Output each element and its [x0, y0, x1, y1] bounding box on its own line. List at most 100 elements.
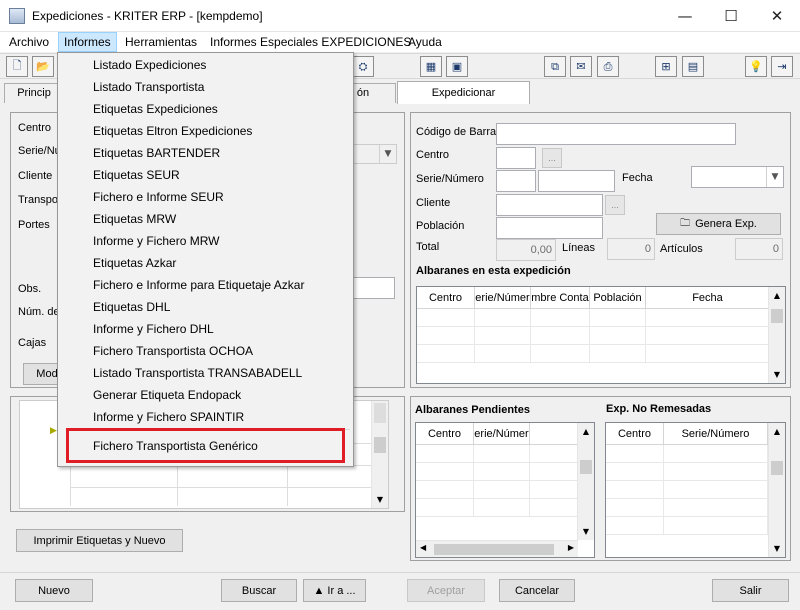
codigo-barras-input[interactable]	[496, 123, 736, 145]
org-chart-icon[interactable]: ⧉	[544, 56, 566, 77]
menu-item-etiquetas-expediciones[interactable]: Etiquetas Expediciones	[60, 98, 352, 120]
nuevo-button[interactable]: Nuevo	[15, 579, 93, 602]
menu-item-informe-mrw[interactable]: Informe y Fichero MRW	[60, 230, 352, 252]
cliente-label-right: Cliente	[416, 197, 451, 209]
table-row[interactable]	[416, 463, 594, 481]
scroll-up-icon[interactable]: ▲	[578, 423, 594, 440]
table-row[interactable]	[606, 517, 785, 535]
centro-ellipsis-button[interactable]: ...	[542, 148, 562, 168]
menu-item-etiqueta-endopack[interactable]: Generar Etiqueta Endopack	[60, 384, 352, 406]
menu-item-etiquetas-seur[interactable]: Etiquetas SEUR	[60, 164, 352, 186]
menu-archivo[interactable]: Archivo	[4, 32, 54, 52]
scroll-down-icon[interactable]: ▼	[578, 523, 594, 540]
serie-input[interactable]	[496, 170, 536, 192]
menu-item-listado-transportista[interactable]: Listado Transportista	[60, 76, 352, 98]
numero-input[interactable]	[538, 170, 615, 192]
expedicion-grid-scrollbar[interactable]: ▲ ▼	[768, 287, 785, 383]
albaranes-expedicion-grid[interactable]: Centro erie/Númer mbre Conta Población F…	[416, 286, 786, 384]
tab-expedicionar[interactable]: Expedicionar	[397, 81, 530, 104]
pendientes-hscrollbar[interactable]: ◀ ▶	[416, 540, 578, 557]
col-nombre-contacto[interactable]: mbre Conta	[531, 287, 590, 308]
table-row[interactable]	[416, 499, 594, 517]
menu-item-listado-transabadell[interactable]: Listado Transportista TRANSABADELL	[60, 362, 352, 384]
scroll-left-icon[interactable]: ◀	[420, 543, 426, 552]
scroll-down-icon[interactable]: ▼	[769, 366, 785, 383]
grid-icon[interactable]: ⊞	[655, 56, 677, 77]
save-icon[interactable]: ▣	[446, 56, 468, 77]
table-row[interactable]	[606, 499, 785, 517]
total-value: 0,00	[496, 239, 556, 261]
calculator-2-icon[interactable]: ▤	[682, 56, 704, 77]
menu-informes-especiales[interactable]: Informes Especiales EXPEDICIONES	[205, 32, 416, 52]
buscar-button[interactable]: Buscar	[221, 579, 297, 602]
salir-button[interactable]: Salir	[712, 579, 789, 602]
scroll-down-icon[interactable]: ▼	[372, 491, 388, 508]
menu-item-listado-expediciones[interactable]: Listado Expediciones	[60, 54, 352, 76]
close-button[interactable]: ✕	[754, 0, 800, 32]
table-row[interactable]	[606, 481, 785, 499]
open-folder-icon[interactable]: 📂	[32, 56, 54, 77]
col-centro[interactable]: Centro	[606, 423, 664, 444]
obs-input[interactable]	[351, 277, 395, 299]
genera-exp-button[interactable]: 🗀 Genera Exp.	[656, 213, 781, 235]
menu-ayuda[interactable]: Ayuda	[403, 32, 447, 52]
table-row[interactable]	[416, 445, 594, 463]
table-row[interactable]	[417, 345, 785, 363]
col-centro[interactable]: Centro	[417, 287, 475, 308]
menu-item-informe-spaintir[interactable]: Informe y Fichero SPAINTIR	[60, 406, 352, 428]
codigo-barras-label: Código de Barras	[416, 126, 502, 138]
scroll-up-icon[interactable]: ▲	[769, 287, 785, 304]
menu-informes[interactable]: Informes	[58, 32, 117, 52]
table-row[interactable]	[417, 327, 785, 345]
left-grid-scrollbar[interactable]: ▼	[371, 401, 388, 508]
menu-item-etiquetas-dhl[interactable]: Etiquetas DHL	[60, 296, 352, 318]
mail-icon[interactable]: ✉	[570, 56, 592, 77]
table-row[interactable]	[606, 445, 785, 463]
col-serie-numero[interactable]: erie/Númer	[474, 423, 530, 444]
menu-item-fichero-ochoa[interactable]: Fichero Transportista OCHOA	[60, 340, 352, 362]
scroll-up-icon[interactable]: ▲	[769, 423, 785, 440]
maximize-button[interactable]: ☐	[708, 0, 754, 32]
col-poblacion[interactable]: Población	[590, 287, 646, 308]
toolbar-tool-icon[interactable]: ⛭	[352, 56, 374, 77]
fecha-picker[interactable]: ▼	[691, 166, 784, 188]
exp-no-remesadas-grid[interactable]: Centro Serie/Número ▲ ▼	[605, 422, 786, 558]
print-preview-icon[interactable]: ⎙	[597, 56, 619, 77]
menu-item-fichero-azkar[interactable]: Fichero e Informe para Etiquetaje Azkar	[60, 274, 352, 296]
tab-principal[interactable]: Princip	[4, 83, 64, 103]
remesadas-vscrollbar[interactable]: ▲ ▼	[768, 423, 785, 557]
cliente-input[interactable]	[496, 194, 603, 216]
table-row[interactable]	[416, 481, 594, 499]
minimize-button[interactable]: —	[662, 0, 708, 32]
portes-label: Portes	[18, 219, 50, 231]
lightbulb-icon[interactable]: 💡	[745, 56, 767, 77]
menu-item-etiquetas-bartender[interactable]: Etiquetas BARTENDER	[60, 142, 352, 164]
print-labels-new-button[interactable]: Imprimir Etiquetas y Nuevo	[16, 529, 183, 552]
centro-input[interactable]	[496, 147, 536, 169]
pendientes-vscrollbar[interactable]: ▲ ▼	[577, 423, 594, 540]
col-centro[interactable]: Centro	[416, 423, 474, 444]
menu-item-etiquetas-eltron[interactable]: Etiquetas Eltron Expediciones	[60, 120, 352, 142]
ir-a-button[interactable]: ▲ Ir a ...	[303, 579, 366, 602]
menu-item-etiquetas-mrw[interactable]: Etiquetas MRW	[60, 208, 352, 230]
cliente-ellipsis-button[interactable]: ...	[605, 195, 625, 215]
menu-item-etiquetas-azkar[interactable]: Etiquetas Azkar	[60, 252, 352, 274]
cancelar-button[interactable]: Cancelar	[499, 579, 575, 602]
calculator-icon[interactable]: ▦	[420, 56, 442, 77]
aceptar-button[interactable]: Aceptar	[407, 579, 485, 602]
exit-door-icon[interactable]: ⇥	[771, 56, 793, 77]
serie-combo[interactable]: ▼	[351, 144, 397, 164]
scroll-down-icon[interactable]: ▼	[769, 540, 785, 557]
col-serie-numero[interactable]: erie/Númer	[475, 287, 531, 308]
menu-item-fichero-seur[interactable]: Fichero e Informe SEUR	[60, 186, 352, 208]
new-document-icon[interactable]: 🗋	[6, 56, 28, 77]
table-row[interactable]	[606, 463, 785, 481]
col-serie-numero[interactable]: Serie/Número	[664, 423, 768, 444]
menu-herramientas[interactable]: Herramientas	[120, 32, 202, 52]
scroll-right-icon[interactable]: ▶	[568, 543, 574, 552]
col-fecha[interactable]: Fecha	[646, 287, 770, 308]
albaranes-pendientes-grid[interactable]: Centro erie/Númer ▲ ▼ ◀ ▶	[415, 422, 595, 558]
table-row[interactable]	[417, 309, 785, 327]
poblacion-input[interactable]	[496, 217, 603, 239]
menu-item-informe-dhl[interactable]: Informe y Fichero DHL	[60, 318, 352, 340]
